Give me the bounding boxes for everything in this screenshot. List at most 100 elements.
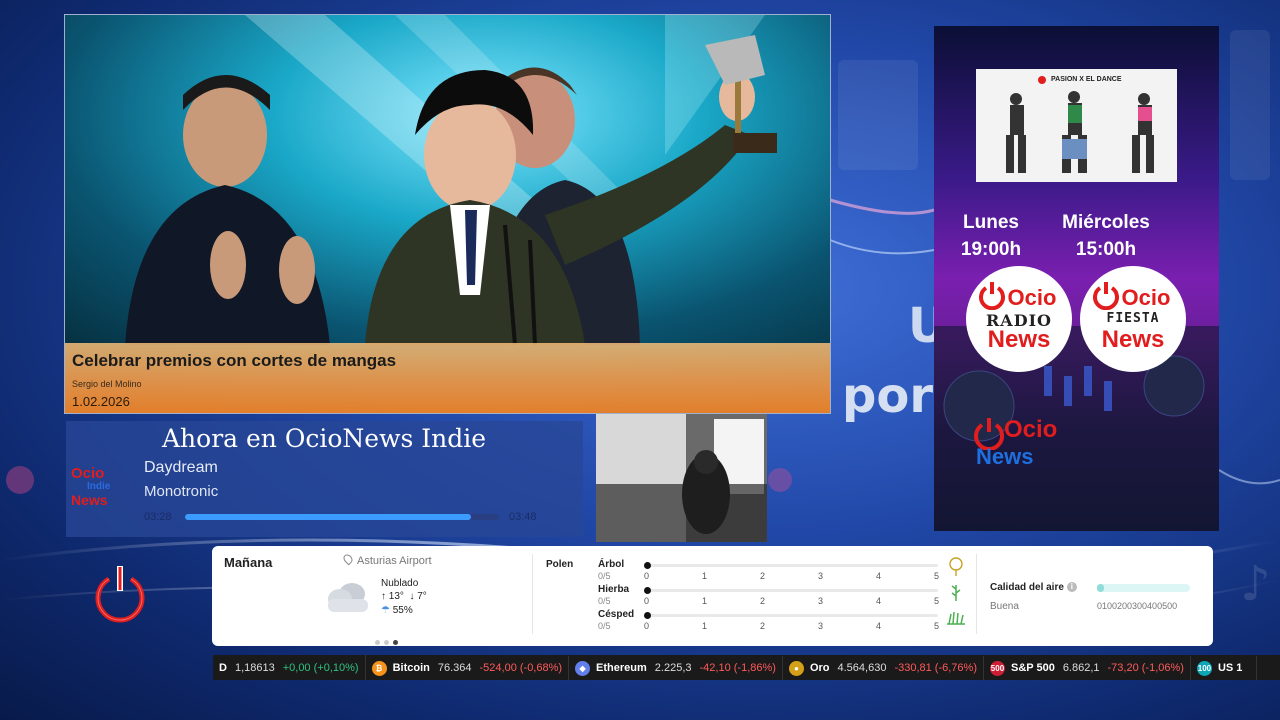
news-title[interactable]: Celebrar premios con cortes de mangas [72, 351, 825, 371]
pollen-scale-tick: 3 [818, 621, 824, 631]
market-ticker: D 1,18613 +0,00 (+0,10%) ₿ Bitcoin 76.364 -524… [213, 655, 1280, 680]
ocionews-radio-badge: Ocio RADIO News [966, 266, 1072, 372]
playback-progress-fill [185, 514, 471, 520]
weather-temps: ↑ 13° ↓ 7° [381, 591, 427, 602]
asset-icon: ◆ [575, 660, 591, 676]
news-caption: Celebrar premios con cortes de mangas Se… [65, 343, 830, 413]
schedule-time-1: 19:00h [960, 239, 1022, 260]
air-quality-scale: 0100200300400500 [1097, 601, 1178, 611]
asset-price: 2.225,3 [654, 662, 692, 674]
pollen-scale-tick: 3 [818, 596, 824, 606]
asset-price: 4.564,630 [837, 662, 887, 674]
asset-price: 6.862,1 [1062, 662, 1100, 674]
air-quality-fill [1097, 584, 1104, 592]
svg-text:♪: ♪ [1240, 556, 1271, 612]
asset-price: 1,18613 [234, 661, 275, 674]
air-quality-title: Calidad del aire i [990, 582, 1077, 593]
weather-location[interactable]: Asturias Airport [341, 552, 432, 567]
background-text: por [842, 368, 934, 424]
pollen-scale-tick: 0 [644, 596, 650, 606]
carousel-dot[interactable] [375, 640, 380, 645]
webcam-feed [596, 414, 767, 542]
carousel-dots[interactable] [375, 632, 402, 650]
pollen-label: Polen [546, 559, 574, 570]
pollen-level-marker [644, 562, 651, 569]
pollen-scale-tick: 5 [934, 621, 940, 631]
asset-name: Ethereum [596, 662, 647, 674]
pollen-level-marker [644, 587, 651, 594]
pollen-scale-tick: 2 [760, 621, 766, 631]
ocionews-indie-logo: Ocio Indie News [71, 465, 111, 508]
pollen-scale-tick: 0 [644, 621, 650, 631]
grass-pollen-icon [951, 585, 961, 601]
info-icon[interactable]: i [1066, 582, 1077, 593]
pollen-scale-tick: 5 [934, 596, 940, 606]
asset-name: Oro [809, 662, 830, 674]
asset-name: Bitcoin [392, 662, 430, 674]
pollen-scale-tick: 0 [644, 571, 650, 581]
ticker-item[interactable]: ● Oro 4.564,630 -330,81 (-6,76%) [783, 655, 984, 680]
now-playing-panel: Ahora en OcioNews Indie Ocio Indie News … [66, 421, 583, 537]
pollen-row-tree: Árbol 0/5 012345 [598, 557, 963, 583]
ticker-item[interactable]: 500 S&P 500 6.862,1 -73,20 (-1,06%) [984, 655, 1191, 680]
pollen-scale-tick: 1 [702, 621, 708, 631]
ocionews-fiesta-badge: Ocio FIESTA News [1080, 266, 1186, 372]
pollen-track [644, 587, 938, 594]
promo-poster: PASION X EL DANCE Lunes 19:00h Miércoles… [934, 26, 1219, 531]
asset-price: 76.364 [437, 662, 472, 674]
news-card[interactable]: Celebrar premios con cortes de mangas Se… [64, 14, 831, 414]
pollen-row-grass: Hierba 0/5 012345 [598, 584, 961, 608]
location-pin-icon [341, 552, 355, 566]
pollen-scale-tick: 4 [876, 596, 882, 606]
weather-widget: Mañana Asturias Airport Nublado ↑ 13° ↓ … [212, 546, 1213, 646]
lawn-pollen-icon [947, 611, 965, 625]
pollen-scale-tick: 3 [818, 571, 824, 581]
umbrella-icon: ☂ [381, 605, 390, 616]
webcam-image [596, 414, 767, 542]
weather-condition: Nublado [381, 578, 419, 589]
asset-change: -42,10 (-1,86%) [699, 662, 776, 674]
pollen-scale-tick: 1 [702, 571, 708, 581]
weather-rain: ☂ 55% [381, 605, 413, 616]
ticker-item[interactable]: ₿ Bitcoin 76.364 -524,00 (-0,68%) [366, 655, 570, 680]
asset-change: -330,81 (-6,76%) [894, 662, 977, 674]
asset-name: US 1 [1217, 662, 1243, 674]
asset-icon: ₿ [371, 660, 387, 676]
asset-change: -73,20 (-1,06%) [1107, 662, 1184, 674]
asset-icon: 500 [989, 660, 1005, 676]
weather-title: Mañana [224, 555, 273, 570]
cloud-icon [328, 583, 368, 612]
pollen-scale-tick: 1 [702, 596, 708, 606]
pollen-level-marker [644, 612, 651, 619]
pollen-scale-tick: 2 [760, 571, 766, 581]
pollen-scale-tick: 4 [876, 621, 882, 631]
asset-icon: 100 [1196, 660, 1212, 676]
ticker-item[interactable]: D 1,18613 +0,00 (+0,10%) [213, 655, 366, 680]
ocionews-footer-logo: Ocio News [972, 414, 1062, 474]
now-playing-heading: Ahora en OcioNews Indie [162, 424, 487, 453]
asset-change: +0,00 (+0,10%) [282, 661, 359, 674]
asset-name: S&P 500 [1010, 662, 1055, 674]
tree-pollen-icon [949, 557, 963, 576]
pollen-scale-tick: 4 [876, 571, 882, 581]
asset-change: -524,00 (-0,68%) [479, 662, 563, 674]
ticker-item[interactable]: 100 US 1 [1191, 655, 1258, 680]
schedule-day-2: Miércoles [1062, 212, 1150, 233]
pollen-row-lawn: Césped 0/5 012345 [598, 609, 965, 633]
air-quality-bar [1097, 584, 1190, 592]
total-time: 03:48 [509, 511, 537, 523]
pollen-track [644, 612, 938, 619]
news-author: Sergio del Molino [72, 379, 142, 389]
pollen-track [644, 562, 938, 569]
ticker-item[interactable]: ◆ Ethereum 2.225,3 -42,10 (-1,86%) [569, 655, 783, 680]
track-artist: Monotronic [144, 483, 219, 500]
pollen-scale-tick: 2 [760, 596, 766, 606]
asset-name: D [219, 661, 227, 674]
playback-progress-bar[interactable] [185, 514, 499, 520]
carousel-dot-active[interactable] [393, 640, 398, 645]
schedule-time-2: 15:00h [1075, 239, 1137, 260]
pollen-scale-tick: 5 [934, 571, 940, 581]
dancers-photo: PASION X EL DANCE [976, 69, 1177, 182]
carousel-dot[interactable] [384, 640, 389, 645]
schedule-day-1: Lunes [963, 212, 1019, 233]
